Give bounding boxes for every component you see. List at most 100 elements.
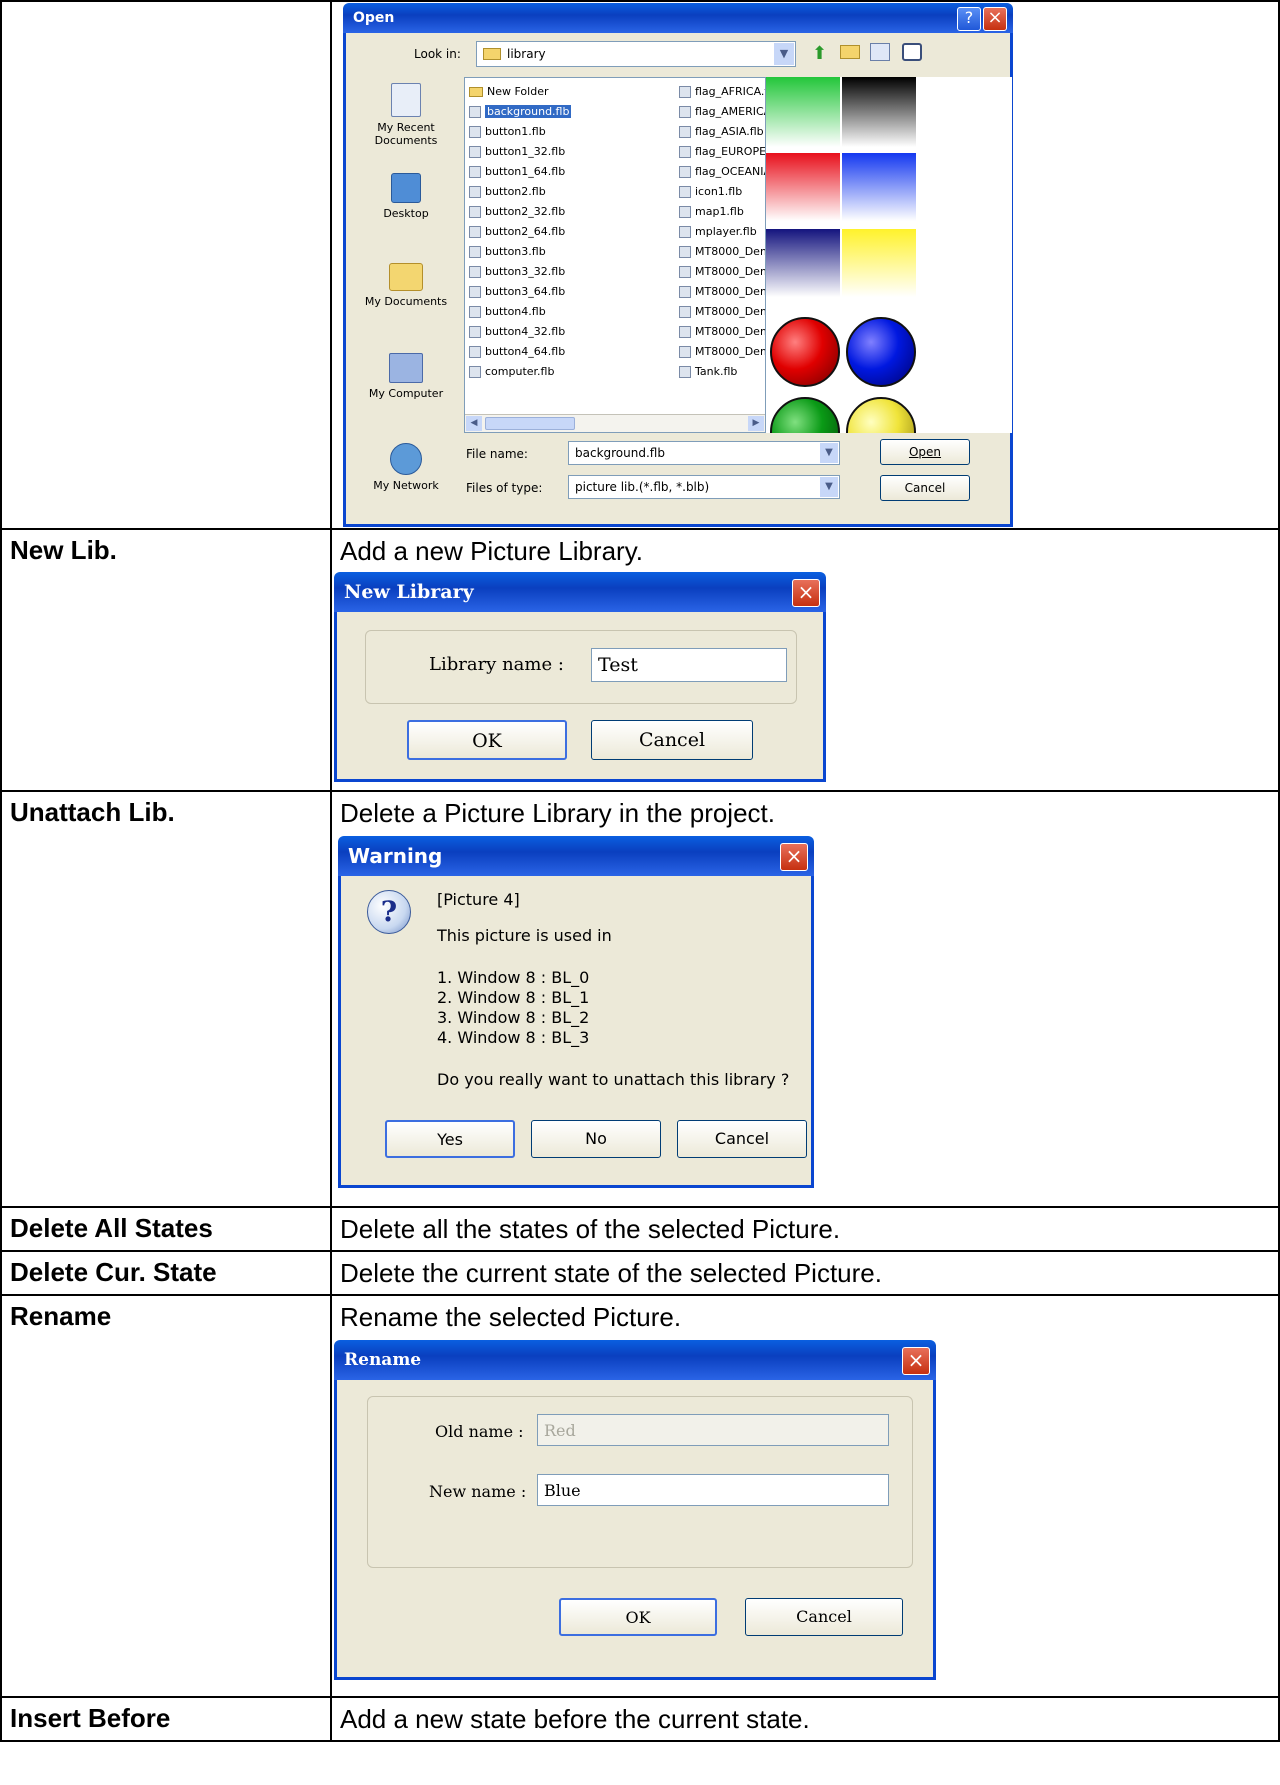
close-icon[interactable]: × — [983, 7, 1007, 31]
no-button[interactable]: No — [531, 1120, 661, 1158]
file-icon — [679, 306, 691, 318]
list-item[interactable]: button4_32.flb — [469, 322, 619, 342]
file-icon — [469, 366, 481, 378]
look-in-select[interactable]: library ▼ — [476, 41, 796, 67]
file-icon — [469, 206, 481, 218]
row-name-cell: Rename — [0, 1294, 332, 1698]
list-item[interactable]: computer.flb — [469, 362, 619, 382]
my-network-place[interactable]: My Network — [356, 443, 456, 492]
file-icon — [469, 346, 481, 358]
list-item[interactable]: flag_EUROPE. — [679, 142, 765, 162]
list-item[interactable]: button1.flb — [469, 122, 619, 142]
list-item[interactable]: button3_64.flb — [469, 282, 619, 302]
row-name-cell: New Lib. — [0, 528, 332, 792]
file-type-select[interactable]: picture lib.(*.flb, *.blb) ▼ — [568, 475, 840, 499]
my-documents-place[interactable]: My Documents — [356, 263, 456, 308]
list-item[interactable]: mplayer.flb — [679, 222, 765, 242]
close-icon[interactable]: × — [780, 843, 808, 871]
help-icon[interactable]: ? — [957, 7, 981, 31]
file-name-input[interactable]: background.flb ▼ — [568, 441, 840, 465]
preview-yellow-swatch — [842, 229, 916, 297]
scroll-left-icon[interactable]: ◀ — [466, 416, 482, 431]
open-button[interactable]: Open — [880, 439, 970, 465]
list-item[interactable]: button1_64.flb — [469, 162, 619, 182]
file-icon — [469, 126, 481, 138]
preview-icon[interactable] — [902, 43, 922, 61]
list-item[interactable]: MT8000_Demc — [679, 302, 765, 322]
preview-green-swatch — [766, 77, 840, 147]
new-folder-icon[interactable] — [840, 45, 860, 59]
look-in-label: Look in: — [414, 47, 461, 61]
list-item[interactable]: MT8000_Demc — [679, 262, 765, 282]
recent-documents-place[interactable]: My Recent Documents — [356, 83, 456, 147]
row-name-cell — [0, 0, 332, 530]
row-desc-cell: Rename the selected Picture. Rename × Ol… — [330, 1294, 1280, 1698]
list-item-selected[interactable]: background.flb — [469, 102, 619, 122]
list-item[interactable]: button2_32.flb — [469, 202, 619, 222]
row-name-cell: Delete Cur. State — [0, 1250, 332, 1296]
warning-question: Do you really want to unattach this libr… — [437, 1070, 790, 1089]
list-item[interactable]: button1_32.flb — [469, 142, 619, 162]
list-item[interactable]: flag_ASIA.flb — [679, 122, 765, 142]
file-icon — [679, 326, 691, 338]
close-icon[interactable]: × — [902, 1347, 930, 1375]
list-item[interactable]: MT8000_Demc — [679, 242, 765, 262]
desktop-place[interactable]: Desktop — [356, 173, 456, 220]
cancel-button[interactable]: Cancel — [745, 1598, 903, 1636]
library-name-input[interactable]: Test — [591, 648, 787, 682]
list-item[interactable]: flag_OCEANIA — [679, 162, 765, 182]
list-item[interactable]: map1.flb — [679, 202, 765, 222]
row-name: New Lib. — [10, 535, 117, 565]
close-icon[interactable]: × — [792, 579, 820, 607]
file-icon — [679, 366, 691, 378]
my-computer-place[interactable]: My Computer — [356, 353, 456, 400]
warning-item: 3. Window 8 : BL_2 — [437, 1008, 590, 1027]
list-item[interactable]: button3_32.flb — [469, 262, 619, 282]
file-icon — [469, 246, 481, 258]
file-icon — [679, 146, 691, 158]
row-desc-cell: Add a new state before the current state… — [330, 1696, 1280, 1742]
view-menu-icon[interactable] — [870, 43, 890, 61]
file-icon — [469, 106, 481, 118]
list-item[interactable]: Tank.flb — [679, 362, 765, 382]
file-icon — [679, 286, 691, 298]
table-row: Insert Before Add a new state before the… — [0, 1696, 1280, 1742]
file-type-label: Files of type: — [466, 481, 543, 495]
recent-documents-icon — [391, 83, 421, 117]
list-item[interactable]: flag_AMERICA — [679, 102, 765, 122]
preview-blue-swatch — [842, 153, 916, 221]
warning-item: 1. Window 8 : BL_0 — [437, 968, 590, 987]
scroll-thumb[interactable] — [485, 417, 575, 430]
list-item[interactable]: MT8000_Demc — [679, 342, 765, 362]
row-desc-cell: Delete the current state of the selected… — [330, 1250, 1280, 1296]
cancel-button[interactable]: Cancel — [677, 1120, 807, 1158]
list-item[interactable]: icon1.flb — [679, 182, 765, 202]
up-folder-icon[interactable]: ⬆ — [812, 43, 827, 64]
new-name-label: New name : — [429, 1482, 527, 1501]
list-item[interactable]: New Folder — [469, 82, 619, 102]
row-description: Delete the current state of the selected… — [340, 1258, 882, 1288]
horizontal-scrollbar[interactable]: ◀ ▶ — [465, 414, 765, 432]
list-item[interactable]: button4_64.flb — [469, 342, 619, 362]
warning-usage-line: This picture is used in — [437, 926, 612, 945]
cancel-button[interactable]: Cancel — [591, 720, 753, 760]
ok-button[interactable]: OK — [559, 1598, 717, 1636]
list-item[interactable]: MT8000_Demc — [679, 322, 765, 342]
old-name-label: Old name : — [435, 1422, 524, 1441]
file-icon — [679, 206, 691, 218]
list-item[interactable]: button2_64.flb — [469, 222, 619, 242]
warning-dialog: Warning × ? [Picture 4] This picture is … — [338, 836, 814, 1188]
yes-button[interactable]: Yes — [385, 1120, 515, 1158]
list-item[interactable]: button3.flb — [469, 242, 619, 262]
list-item[interactable]: button2.flb — [469, 182, 619, 202]
preview-blue-ball — [846, 317, 916, 387]
file-column-1: New Folder background.flb button1.flb bu… — [469, 82, 619, 382]
new-name-input[interactable]: Blue — [537, 1474, 889, 1506]
scroll-right-icon[interactable]: ▶ — [748, 416, 764, 431]
file-list[interactable]: New Folder background.flb button1.flb bu… — [464, 77, 766, 433]
ok-button[interactable]: OK — [407, 720, 567, 760]
list-item[interactable]: button4.flb — [469, 302, 619, 322]
cancel-button[interactable]: Cancel — [880, 475, 970, 501]
list-item[interactable]: flag_AFRICA.f — [679, 82, 765, 102]
list-item[interactable]: MT8000_Demc — [679, 282, 765, 302]
